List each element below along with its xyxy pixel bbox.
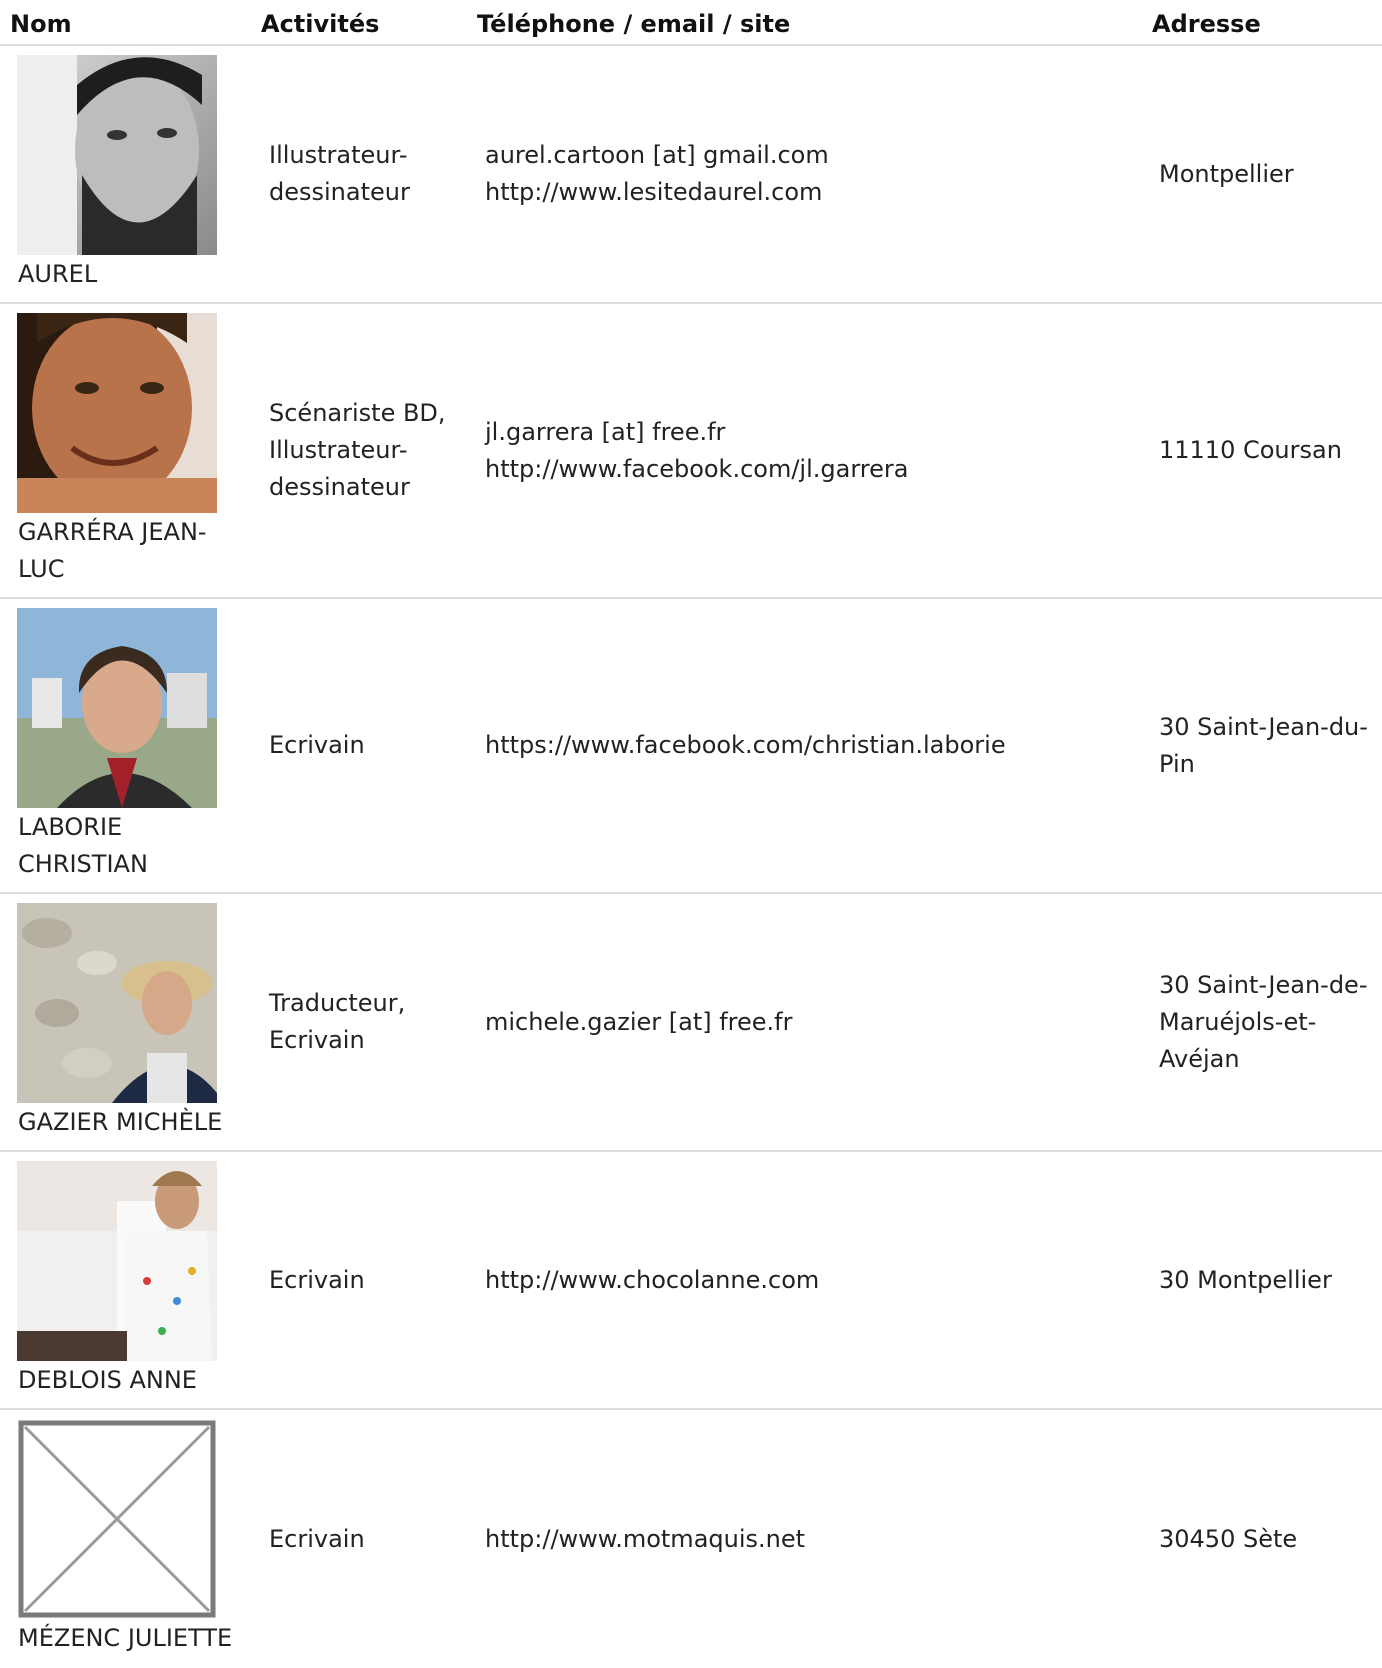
table-row: GARRÉRA JEAN- LUC Scénariste BD, Illustr…	[0, 304, 1382, 599]
author-name: GARRÉRA JEAN- LUC	[18, 518, 207, 583]
author-address: Montpellier	[1159, 159, 1294, 188]
author-address: 11110 Coursan	[1159, 436, 1342, 464]
table-row: LABORIE CHRISTIAN Ecrivain https://www.f…	[0, 599, 1382, 894]
author-contact: jl.garrera [at] free.fr http://www.faceb…	[485, 417, 909, 483]
author-photo	[17, 1161, 217, 1361]
author-photo	[17, 313, 217, 513]
author-activities: Ecrivain	[269, 1524, 365, 1553]
author-address: 30450 Sète	[1159, 1524, 1298, 1553]
author-photo	[17, 55, 217, 255]
author-name: LABORIE CHRISTIAN	[18, 813, 148, 878]
author-address: 30 Montpellier	[1159, 1265, 1332, 1294]
header-name: Nom	[10, 10, 72, 38]
author-address: 30 Saint-Jean-du- Pin	[1159, 712, 1368, 778]
table-row: AUREL Illustrateur- dessinateur aurel.ca…	[0, 46, 1382, 304]
author-activities: Illustrateur- dessinateur	[269, 141, 410, 206]
author-name: MÉZENC JULIETTE	[18, 1624, 233, 1652]
author-name: GAZIER MICHÈLE	[18, 1108, 223, 1136]
header-address: Adresse	[1152, 10, 1261, 38]
author-name: DEBLOIS ANNE	[18, 1366, 197, 1394]
author-contact: http://www.chocolanne.com	[485, 1265, 820, 1294]
author-activities: Ecrivain	[269, 731, 365, 759]
author-photo	[17, 903, 217, 1103]
broken-image-icon	[17, 1419, 217, 1619]
table-row: DEBLOIS ANNE Ecrivain http://www.chocola…	[0, 1152, 1382, 1410]
author-activities: Ecrivain	[269, 1265, 365, 1294]
author-activities: Traducteur, Ecrivain	[269, 989, 406, 1054]
author-name: AUREL	[18, 260, 98, 288]
author-directory: Nom Activités Téléphone / email / site A…	[0, 0, 1382, 1668]
header-contact: Téléphone / email / site	[477, 10, 791, 38]
author-contact: aurel.cartoon [at] gmail.com http://www.…	[485, 141, 829, 206]
author-address: 30 Saint-Jean-de- Maruéjols-et- Avéjan	[1159, 970, 1368, 1073]
table-header: Nom Activités Téléphone / email / site A…	[0, 0, 1382, 46]
author-contact: https://www.facebook.com/christian.labor…	[485, 731, 1006, 759]
header-activities: Activités	[261, 10, 380, 38]
author-photo	[17, 608, 217, 808]
author-activities: Scénariste BD, Illustrateur- dessinateur	[269, 399, 446, 501]
author-contact: http://www.motmaquis.net	[485, 1524, 806, 1553]
table-row: GAZIER MICHÈLE Traducteur, Ecrivain mich…	[0, 894, 1382, 1152]
table-row: MÉZENC JULIETTE Ecrivain http://www.motm…	[0, 1410, 1382, 1668]
author-contact: michele.gazier [at] free.fr	[485, 1007, 793, 1036]
